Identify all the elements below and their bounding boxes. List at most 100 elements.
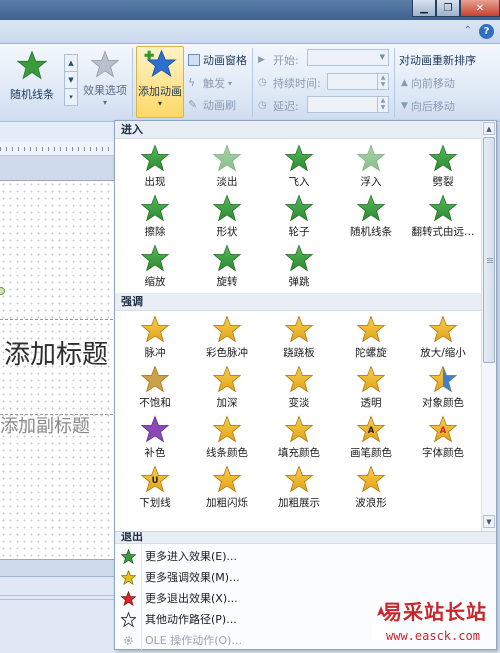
effect-transparency[interactable]: 透明	[335, 362, 407, 412]
effect-underline[interactable]: U 下划线	[119, 462, 191, 512]
gallery-up-icon[interactable]: ▲	[65, 55, 77, 72]
clock-icon: ◷	[258, 100, 267, 111]
star-bold-reveal-icon	[284, 465, 314, 493]
duration-spinner[interactable]: ▲ ▼	[377, 74, 388, 89]
effect-label: 形状	[216, 226, 238, 238]
effect-label: 淡出	[216, 176, 238, 188]
notes-area	[0, 576, 118, 653]
effect-fill-color[interactable]: 填充颜色	[263, 412, 335, 462]
gallery-scrollbar[interactable]: ▲ ▼ ▾	[64, 54, 78, 106]
more-entrance-effects-item[interactable]: 更多进入效果(E)...	[115, 546, 496, 566]
subtitle-placeholder[interactable]: 添加副标题	[0, 412, 90, 438]
more-entrance-effects-label: 更多进入效果(E)...	[145, 550, 238, 563]
effect-label: 补色	[144, 447, 166, 459]
effect-appear[interactable]: 出现	[119, 141, 191, 191]
animation-pane-button[interactable]: 动画窗格	[188, 52, 247, 68]
effect-font-color[interactable]: A 字体颜色	[407, 412, 479, 462]
help-icon[interactable]: ?	[479, 24, 494, 39]
arrow-down-icon: ▼	[401, 101, 408, 111]
star-object-color-icon	[428, 365, 458, 393]
svg-text:A: A	[368, 425, 375, 435]
scroll-up-icon[interactable]: ▲	[483, 122, 495, 135]
move-earlier-button[interactable]: ▲ 向前移动	[401, 75, 455, 91]
add-animation-button[interactable]: 添加动画 ▾	[136, 46, 184, 118]
effect-wipe[interactable]: 擦除	[119, 191, 191, 241]
effect-brush-color[interactable]: A 画笔颜色	[335, 412, 407, 462]
effect-bold-reveal[interactable]: 加粗展示	[263, 462, 335, 512]
effect-label: 脉冲	[144, 347, 166, 359]
effect-label: 翻转式由远…	[411, 226, 475, 238]
duration-field[interactable]: ▲ ▼	[327, 73, 389, 90]
effect-label: 飞入	[288, 176, 310, 188]
entrance-effects-grid: 出现 淡出 飞入 浮入 劈裂擦除 形状 轮子 随机线条 翻转式由远… 缩放 旋转 弹跳	[119, 141, 479, 291]
effect-desaturate[interactable]: 不饱和	[119, 362, 191, 412]
delay-field[interactable]: ▲ ▼	[307, 96, 389, 113]
ribbon-tab-strip: ⌃ ?	[0, 20, 500, 44]
star-appear-icon	[140, 144, 170, 172]
move-later-button[interactable]: ▼ 向后移动	[401, 98, 455, 114]
delay-spinner[interactable]: ▲ ▼	[377, 97, 388, 112]
effect-teeter[interactable]: 跷跷板	[263, 312, 335, 362]
add-animation-label: 添加动画	[138, 85, 182, 98]
effect-color-pulse[interactable]: 彩色脉冲	[191, 312, 263, 362]
effect-label: 加粗闪烁	[206, 497, 248, 509]
effect-zoom[interactable]: 缩放	[119, 241, 191, 291]
effect-object-color[interactable]: 对象颜色	[407, 362, 479, 412]
title-placeholder[interactable]: 添加标题	[4, 334, 108, 371]
effect-label: 浮入	[360, 176, 382, 188]
collapse-ribbon-icon[interactable]: ⌃	[464, 25, 472, 36]
more-emphasis-effects-label: 更多强调效果(M)...	[145, 571, 240, 584]
ribbon: 随机线条 ▲ ▼ ▾ 效果选项 ▾ 添加动画 ▾ 动画窗格 ϟ 触发 ▾ ✎ 动…	[0, 44, 500, 122]
move-earlier-label: 向前移动	[410, 77, 455, 90]
arrow-up-icon: ▲	[401, 78, 408, 88]
section-header-entrance: 进入	[115, 121, 481, 139]
effect-split[interactable]: 劈裂	[407, 141, 479, 191]
effect-label: 波浪形	[355, 497, 387, 509]
effect-wave[interactable]: 波浪形	[335, 462, 407, 512]
effect-lighten[interactable]: 变淡	[263, 362, 335, 412]
effect-shape[interactable]: 形状	[191, 191, 263, 241]
gallery-more-icon[interactable]: ▾	[65, 89, 77, 106]
restore-button[interactable]: ❐	[436, 0, 460, 17]
animation-painter-button[interactable]: ✎ 动画刷	[188, 97, 236, 113]
effect-label: 透明	[360, 397, 382, 409]
effect-fade[interactable]: 淡出	[191, 141, 263, 191]
effect-fly-in[interactable]: 飞入	[263, 141, 335, 191]
effect-grow-shrink[interactable]: 放大/缩小	[407, 312, 479, 362]
star-gold-icon	[120, 569, 136, 585]
effect-random-bars[interactable]: 随机线条	[335, 191, 407, 241]
effect-label: 不饱和	[139, 397, 171, 409]
effect-pulse[interactable]: 脉冲	[119, 312, 191, 362]
effect-options-button[interactable]: 效果选项 ▾	[80, 50, 130, 107]
effect-float-in[interactable]: 浮入	[335, 141, 407, 191]
star-darken-icon	[212, 365, 242, 393]
gear-icon	[123, 635, 133, 645]
close-button[interactable]: ✕	[460, 0, 500, 17]
scroll-thumb[interactable]	[483, 137, 495, 363]
star-grow-shrink-icon	[428, 315, 458, 343]
effect-wheel[interactable]: 轮子	[263, 191, 335, 241]
start-select[interactable]: ▼	[307, 49, 389, 66]
gallery-down-icon[interactable]: ▼	[65, 72, 77, 89]
more-emphasis-effects-item[interactable]: 更多强调效果(M)...	[115, 567, 496, 587]
minimize-button[interactable]: ▁	[412, 0, 436, 17]
star-bounce-icon	[284, 244, 314, 272]
effect-complementary-color[interactable]: 补色	[119, 412, 191, 462]
effect-label: 擦除	[144, 226, 166, 238]
more-motion-paths-label: 其他动作路径(P)...	[145, 613, 237, 626]
effect-darken[interactable]: 加深	[191, 362, 263, 412]
effect-label: 填充颜色	[278, 447, 320, 459]
effect-bold-flash[interactable]: 加粗闪烁	[191, 462, 263, 512]
lightning-icon: ϟ	[188, 76, 196, 89]
effect-bounce[interactable]: 弹跳	[263, 241, 335, 291]
effect-swivel[interactable]: 旋转	[191, 241, 263, 291]
star-fly-in-icon	[284, 144, 314, 172]
gallery-vertical-scrollbar[interactable]: ▲ ▼	[481, 121, 496, 531]
start-label: 开始:	[273, 54, 299, 67]
scroll-down-icon[interactable]: ▼	[483, 515, 495, 528]
effect-spin[interactable]: 陀螺旋	[335, 312, 407, 362]
effect-line-color[interactable]: 线条颜色	[191, 412, 263, 462]
gallery-item-random-bars[interactable]: 随机线条	[2, 50, 62, 102]
trigger-button[interactable]: ϟ 触发 ▾	[188, 75, 232, 91]
effect-grow-turn[interactable]: 翻转式由远…	[407, 191, 479, 241]
